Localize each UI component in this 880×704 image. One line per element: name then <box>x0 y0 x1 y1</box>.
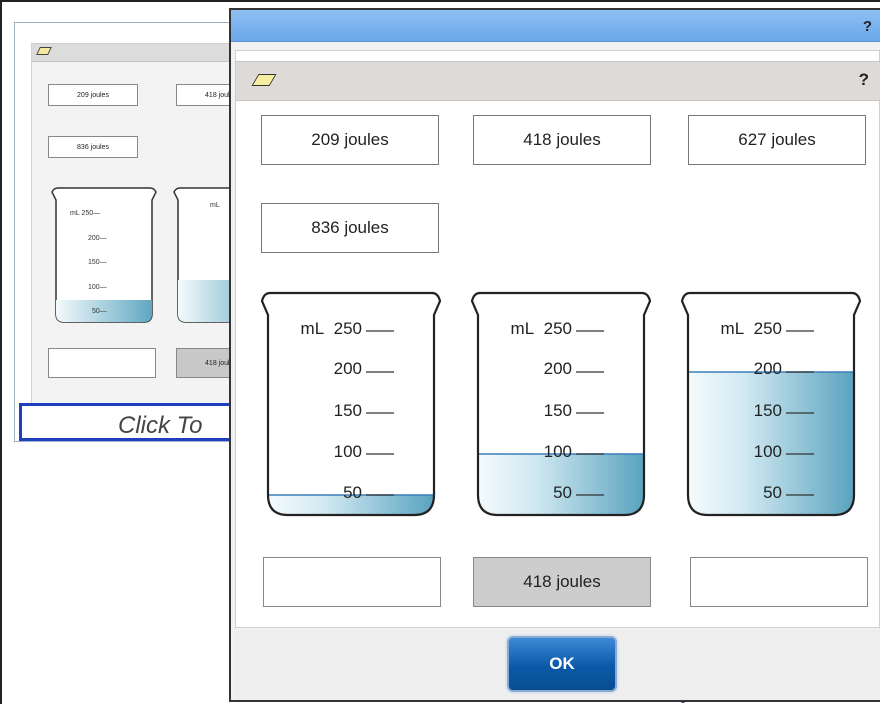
page: 209 joules 418 joules 836 joules mL 250—… <box>0 0 880 704</box>
eraser-button[interactable] <box>251 70 278 92</box>
background-window: 209 joules 418 joules 836 joules mL 250—… <box>14 22 254 442</box>
tick-label: 200 <box>333 359 362 378</box>
beaker-3-scale-top: mL 250 <box>686 319 782 339</box>
tick-label: 50 <box>553 483 572 502</box>
tick-label: 150 <box>543 401 572 420</box>
unit-label: mL <box>720 319 745 338</box>
background-tick-label: 50 <box>92 308 100 315</box>
click-to-banner[interactable]: Click To <box>19 403 253 441</box>
tick-label: 250 <box>333 319 362 338</box>
answer-tile-836-joules[interactable]: 836 joules <box>261 203 439 253</box>
tick-label: 250 <box>753 319 782 338</box>
dialog-title-bar: ? <box>231 10 880 42</box>
background-beaker-scale: mL 250— 200— 150— 100— 50— <box>70 210 107 315</box>
dialog-help-button[interactable]: ? <box>863 18 872 35</box>
toolbar-help-button[interactable]: ? <box>859 70 869 90</box>
tick-label: 200 <box>543 359 572 378</box>
dialog-footer: OK <box>235 630 880 700</box>
activity-toolbar: ? <box>236 61 880 101</box>
beaker-2-scale-top: mL 250 <box>476 319 572 339</box>
tick-label: 50 <box>343 483 362 502</box>
background-toolbar <box>32 44 253 62</box>
eraser-icon <box>251 74 277 86</box>
beaker-1-scale-top: mL 250 <box>266 319 362 339</box>
background-activity-panel: 209 joules 418 joules 836 joules mL 250—… <box>31 43 253 409</box>
background-unit-label: mL <box>70 210 80 217</box>
activity-content: ? 209 joules 418 joules 627 joules 836 j… <box>235 50 880 628</box>
drop-target-beaker-3[interactable] <box>690 557 868 607</box>
background-drop-box <box>48 348 156 378</box>
tick-label: 100 <box>753 442 782 461</box>
tick-label: 150 <box>333 401 362 420</box>
tick-label: 100 <box>543 442 572 461</box>
tick-label: 250 <box>543 319 572 338</box>
background-tick-label: 250 <box>81 210 94 217</box>
tick-label: 50 <box>763 483 782 502</box>
drop-target-beaker-1[interactable] <box>263 557 441 607</box>
background-tick-label: 200 <box>88 234 100 242</box>
background-unit-label: mL <box>210 202 220 209</box>
tick-label: 100 <box>333 442 362 461</box>
answer-tile-209-joules[interactable]: 209 joules <box>261 115 439 165</box>
unit-label: mL <box>300 319 325 338</box>
activity-dialog: ? ? 209 joules 418 joules 627 joules 836… <box>229 8 880 702</box>
tick-label: 200 <box>753 359 782 378</box>
background-answer-box: 209 joules <box>48 84 138 106</box>
eraser-icon <box>36 47 52 55</box>
answer-tile-627-joules[interactable]: 627 joules <box>688 115 866 165</box>
unit-label: mL <box>510 319 535 338</box>
background-tick-label: 150 <box>88 259 100 266</box>
background-tick-label: 100 <box>88 283 100 291</box>
ok-button[interactable]: OK <box>507 636 617 692</box>
answer-tile-418-joules[interactable]: 418 joules <box>473 115 651 165</box>
background-answer-box: 836 joules <box>48 136 138 158</box>
drop-target-beaker-2[interactable]: 418 joules <box>473 557 651 607</box>
tick-label: 150 <box>753 401 782 420</box>
click-to-banner-text: Click To <box>118 412 203 439</box>
